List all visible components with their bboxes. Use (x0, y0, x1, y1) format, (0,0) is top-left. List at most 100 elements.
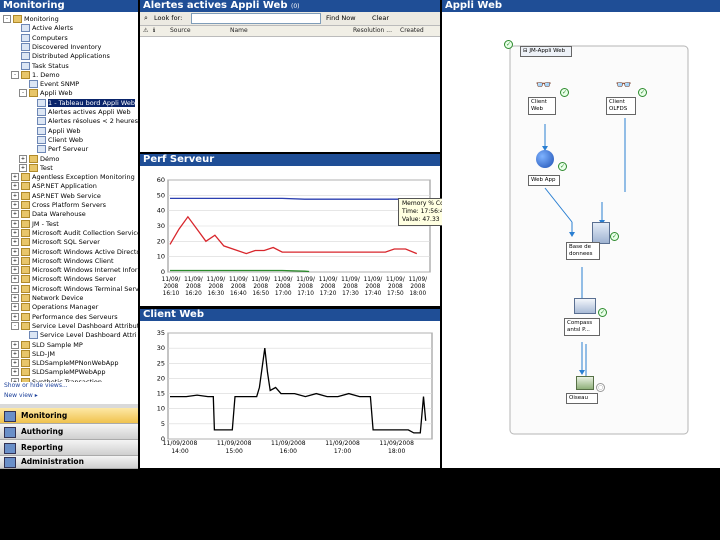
tree-item-label: Service Level Dashboard Attribute (32, 321, 138, 330)
y-tick-label: 50 (157, 191, 165, 199)
expand-icon[interactable]: + (11, 284, 19, 293)
x-tick-label: 16:10 (163, 291, 180, 297)
folder-icon (21, 210, 30, 219)
expand-icon[interactable]: + (11, 359, 19, 368)
tree-item-label: Cross Platform Servers (32, 201, 107, 209)
column-resolution[interactable]: Resolution ... (353, 27, 392, 34)
wunderbar-monitoring[interactable]: Monitoring (0, 408, 138, 424)
server-icon[interactable] (574, 298, 596, 314)
expand-icon[interactable]: + (11, 303, 19, 312)
expand-icon[interactable]: + (19, 163, 27, 172)
expand-icon[interactable]: + (11, 219, 19, 228)
folder-icon (21, 303, 30, 312)
healthy-check-icon: ✓ (598, 308, 607, 317)
expand-icon[interactable]: + (11, 312, 19, 321)
column-source[interactable]: Source (170, 27, 191, 34)
tree-item-label: SLD-JM (32, 349, 55, 358)
clear-button[interactable]: Clear (372, 14, 389, 22)
x-tick-label: 11/09/ (162, 277, 181, 283)
look-for-input[interactable] (191, 13, 321, 24)
folder-icon (21, 349, 30, 358)
expand-icon[interactable]: + (11, 340, 19, 349)
x-tick-label: 16:00 (280, 448, 297, 455)
x-tick-label: 2008 (276, 284, 291, 290)
tree-item-label: SLDSampleMPNonWebApp (32, 359, 119, 368)
y-tick-label: 35 (157, 329, 165, 337)
y-tick-label: 30 (157, 344, 165, 352)
x-tick-label: 11/09/2008 (163, 440, 198, 447)
group-label-box[interactable]: ⊟ JM-Appli Web (520, 46, 572, 57)
folder-icon (21, 238, 30, 247)
expand-icon[interactable]: + (11, 191, 19, 200)
administration-icon (4, 456, 16, 468)
navigation-tree: - Monitoring Active Alerts Computers Discove… (0, 12, 138, 404)
y-tick-label: 5 (161, 420, 165, 428)
column-name[interactable]: Name (230, 27, 248, 34)
collapse-icon[interactable]: - (11, 70, 19, 79)
oiseau-node[interactable]: Oiseau (566, 393, 598, 404)
expand-icon[interactable]: + (11, 294, 19, 302)
tree-item-label: SLDSampleMPWebApp (32, 368, 106, 377)
rule-icon[interactable] (576, 376, 594, 390)
tree-item-label: Démo (40, 154, 60, 163)
tree-item-label: Appli Web (48, 126, 81, 135)
folder-icon (21, 247, 30, 256)
wunderbar-label: Authoring (21, 427, 64, 436)
web-app-node[interactable]: Web App (528, 175, 560, 186)
expand-icon[interactable]: + (11, 238, 19, 247)
alerts-search-toolbar: ⌕ Look for: Find Now Clear (140, 12, 440, 26)
folder-icon (29, 154, 38, 163)
tree-item-label: Data Warehouse (32, 210, 86, 219)
wunderbar-reporting[interactable]: Reporting (0, 440, 138, 456)
view-icon (37, 98, 46, 107)
expand-icon[interactable]: + (11, 173, 19, 182)
expand-icon[interactable]: + (11, 228, 19, 237)
tree-item-label: Microsoft Windows Active Directory (32, 247, 138, 256)
expand-icon[interactable]: + (19, 154, 27, 163)
healthy-check-icon: ✓ (560, 88, 569, 97)
folder-icon (21, 70, 30, 79)
expand-icon[interactable]: + (11, 201, 19, 209)
tree-item-label: Alertes actives Appli Web (48, 108, 131, 116)
expand-icon[interactable]: + (11, 182, 19, 191)
x-tick-label: 2008 (388, 284, 403, 290)
expand-icon[interactable]: + (11, 210, 19, 219)
column-created[interactable]: Created (400, 27, 424, 34)
glasses-icon[interactable]: 👓 (610, 78, 638, 93)
tree-item-label: Client Web (48, 135, 84, 144)
database-icon[interactable] (592, 222, 610, 244)
compass-node[interactable]: Compass antsl P... (564, 318, 600, 336)
view-icon (37, 108, 46, 116)
diagram-pane: Appli Web ✓ ⊟ JM-Appli Web 👓 ✓ Client We… (442, 0, 720, 468)
client-olfds-status: ✓ (638, 88, 647, 97)
tree-item-label: Test (40, 163, 53, 172)
view-icon (29, 331, 38, 340)
expand-icon[interactable]: + (11, 247, 19, 256)
expand-icon[interactable]: + (11, 256, 19, 265)
x-tick-label: 14:00 (171, 448, 188, 455)
client-olfds-node[interactable]: Client OLFDS (606, 97, 636, 115)
expand-icon[interactable]: + (11, 368, 19, 377)
show-hide-views-link[interactable]: Show or hide views... (0, 382, 138, 392)
new-view-link[interactable]: New view ▸ (0, 392, 138, 402)
wunderbar-administration[interactable]: Administration (0, 456, 138, 469)
collapse-icon[interactable]: - (19, 89, 27, 98)
client-pane: Client Web 0 5 10 15 20 25 30 35 11/09/2008 14:00… (140, 309, 440, 468)
expand-icon[interactable]: + (11, 266, 19, 275)
wunderbar-authoring[interactable]: Authoring (0, 424, 138, 440)
x-tick-label: 2008 (231, 284, 246, 290)
tree-item-label: Network Device (32, 294, 84, 302)
client-web-node[interactable]: Client Web (528, 97, 556, 115)
client-web-status: ✓ (560, 88, 569, 97)
glasses-icon[interactable]: 👓 (530, 78, 558, 93)
collapse-icon[interactable]: - (3, 15, 11, 23)
database-node[interactable]: Base de donnees (566, 242, 600, 260)
find-now-button[interactable]: Find Now (326, 14, 356, 22)
collapse-icon[interactable]: - (11, 321, 19, 330)
view-icon (21, 42, 30, 51)
severity-icon: ⚠ (143, 27, 149, 34)
globe-icon[interactable] (536, 150, 554, 168)
db-status: ✓ (610, 232, 619, 241)
expand-icon[interactable]: + (11, 349, 19, 358)
expand-icon[interactable]: + (11, 275, 19, 284)
